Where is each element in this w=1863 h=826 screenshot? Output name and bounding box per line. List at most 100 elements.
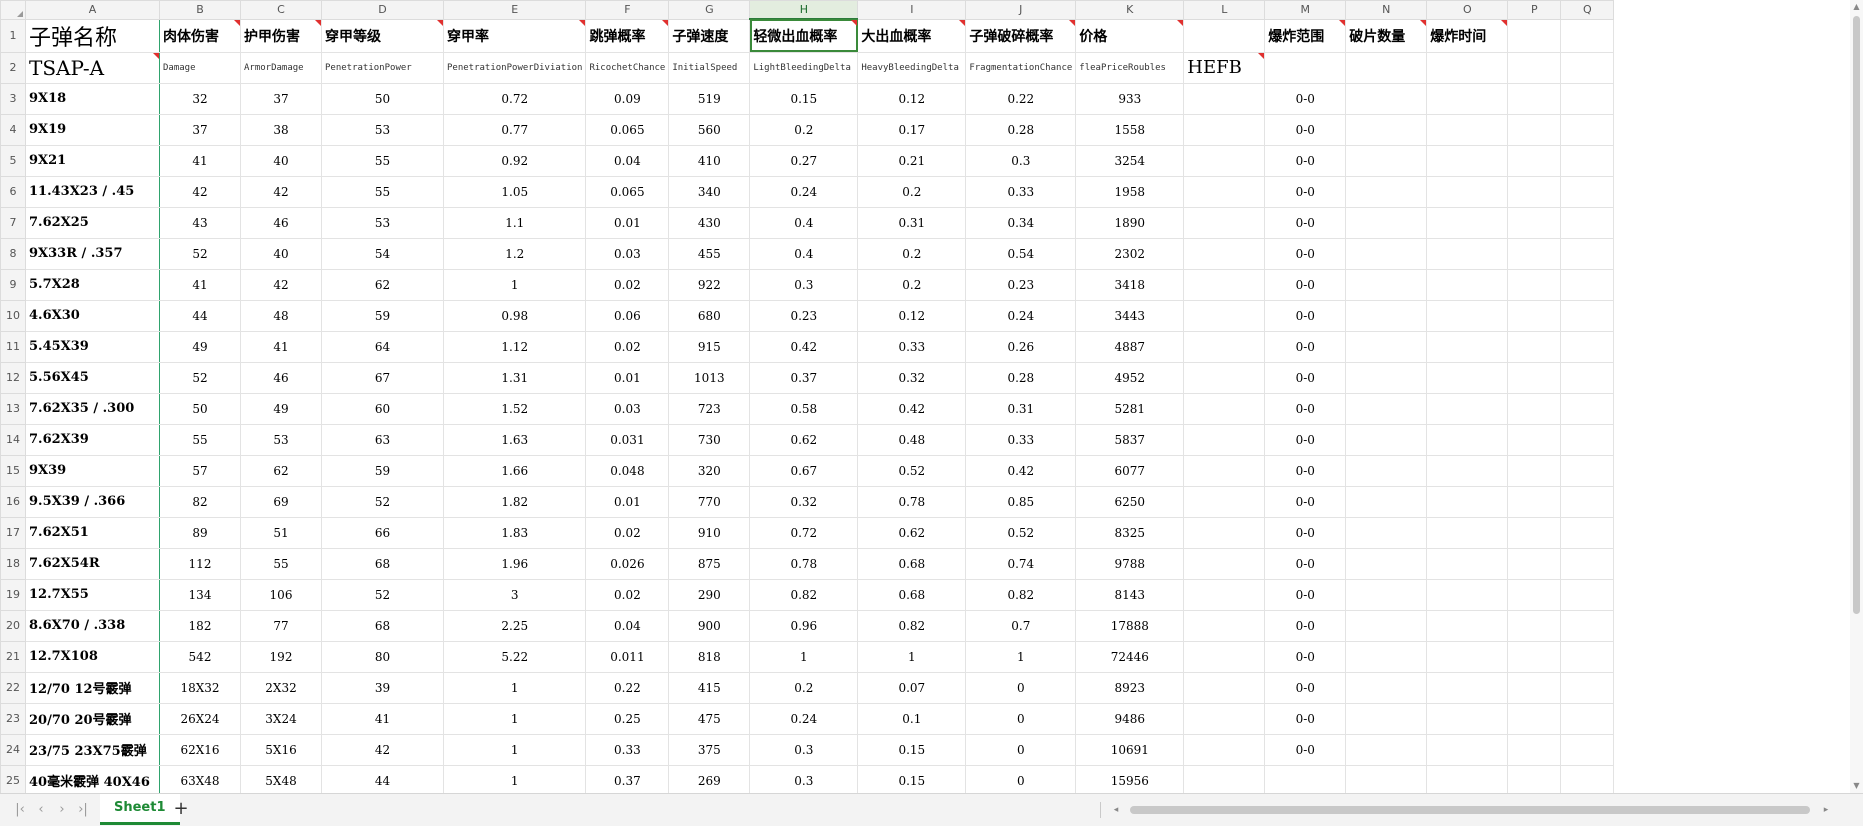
cell-c10[interactable]: 48 bbox=[240, 299, 322, 332]
cell-a14[interactable]: 7.62X39 bbox=[25, 423, 160, 456]
cell-l13[interactable] bbox=[1183, 392, 1266, 425]
cell-f11[interactable]: 0.02 bbox=[585, 330, 670, 363]
cell-j24[interactable]: 0 bbox=[965, 733, 1077, 766]
cell-b13[interactable]: 50 bbox=[159, 392, 241, 425]
cell-n25[interactable] bbox=[1345, 764, 1428, 793]
cell-e2[interactable]: PenetrationPowerDiviation bbox=[442, 51, 587, 84]
cell-c13[interactable]: 49 bbox=[240, 392, 322, 425]
cell-o15[interactable] bbox=[1426, 454, 1509, 487]
cell-l11[interactable] bbox=[1183, 330, 1266, 363]
cell-a9[interactable]: 5.7X28 bbox=[25, 268, 160, 301]
cell-k3[interactable]: 933 bbox=[1075, 82, 1185, 115]
cell-b14[interactable]: 55 bbox=[159, 423, 241, 456]
cell-l20[interactable] bbox=[1183, 609, 1266, 642]
cell-o13[interactable] bbox=[1426, 392, 1509, 425]
cell-f22[interactable]: 0.22 bbox=[585, 671, 670, 704]
cell-c11[interactable]: 41 bbox=[240, 330, 322, 363]
cell-d18[interactable]: 68 bbox=[321, 547, 444, 580]
cell-c16[interactable]: 69 bbox=[240, 485, 322, 518]
cell-g1[interactable]: 子弹速度 bbox=[668, 18, 751, 53]
cell-k23[interactable]: 9486 bbox=[1075, 702, 1185, 735]
cell-d24[interactable]: 42 bbox=[321, 733, 444, 766]
scroll-up-arrow-icon[interactable]: ▲ bbox=[1850, 0, 1863, 14]
cell-f20[interactable]: 0.04 bbox=[585, 609, 670, 642]
cell-j14[interactable]: 0.33 bbox=[965, 423, 1077, 456]
cell-k18[interactable]: 9788 bbox=[1075, 547, 1185, 580]
cell-m25[interactable] bbox=[1264, 764, 1347, 793]
cell-k10[interactable]: 3443 bbox=[1075, 299, 1185, 332]
cell-a20[interactable]: 8.6X70 / .338 bbox=[25, 609, 160, 642]
cell-g7[interactable]: 430 bbox=[668, 206, 751, 239]
cell-g12[interactable]: 1013 bbox=[668, 361, 751, 394]
cell-b10[interactable]: 44 bbox=[159, 299, 241, 332]
cell-h21[interactable]: 1 bbox=[749, 640, 859, 673]
cell-i11[interactable]: 0.33 bbox=[857, 330, 967, 363]
cell-m20[interactable]: 0-0 bbox=[1264, 609, 1347, 642]
cell-e1[interactable]: 穿甲率 bbox=[442, 18, 587, 53]
cell-l18[interactable] bbox=[1183, 547, 1266, 580]
comment-indicator-icon[interactable] bbox=[1258, 53, 1264, 59]
cell-j19[interactable]: 0.82 bbox=[965, 578, 1077, 611]
cell-h2[interactable]: LightBleedingDelta bbox=[749, 51, 859, 84]
cell-p13[interactable] bbox=[1507, 392, 1562, 425]
cell-p7[interactable] bbox=[1507, 206, 1562, 239]
cell-k5[interactable]: 3254 bbox=[1075, 144, 1185, 177]
column-header-e[interactable]: E bbox=[442, 0, 587, 20]
cell-k25[interactable]: 15956 bbox=[1075, 764, 1185, 793]
cell-f16[interactable]: 0.01 bbox=[585, 485, 670, 518]
cell-j16[interactable]: 0.85 bbox=[965, 485, 1077, 518]
cell-f4[interactable]: 0.065 bbox=[585, 113, 670, 146]
cell-o25[interactable] bbox=[1426, 764, 1509, 793]
row-header-14[interactable]: 14 bbox=[0, 423, 26, 456]
cell-e4[interactable]: 0.77 bbox=[442, 113, 587, 146]
cell-a4[interactable]: 9X19 bbox=[25, 113, 160, 146]
cell-d15[interactable]: 59 bbox=[321, 454, 444, 487]
cell-d7[interactable]: 53 bbox=[321, 206, 444, 239]
scroll-left-arrow-icon[interactable]: ◂ bbox=[1110, 802, 1122, 818]
column-header-q[interactable]: Q bbox=[1560, 0, 1615, 20]
cell-a15[interactable]: 9X39 bbox=[25, 454, 160, 487]
cell-l23[interactable] bbox=[1183, 702, 1266, 735]
cell-l10[interactable] bbox=[1183, 299, 1266, 332]
cell-p23[interactable] bbox=[1507, 702, 1562, 735]
cell-a6[interactable]: 11.43X23 / .45 bbox=[25, 175, 160, 208]
cell-c20[interactable]: 77 bbox=[240, 609, 322, 642]
cell-n12[interactable] bbox=[1345, 361, 1428, 394]
cell-b21[interactable]: 542 bbox=[159, 640, 241, 673]
column-header-c[interactable]: C bbox=[240, 0, 322, 20]
cell-b4[interactable]: 37 bbox=[159, 113, 241, 146]
comment-indicator-icon[interactable] bbox=[1177, 20, 1183, 26]
cell-j12[interactable]: 0.28 bbox=[965, 361, 1077, 394]
cell-f2[interactable]: RicochetChance bbox=[585, 51, 670, 84]
row-header-16[interactable]: 16 bbox=[0, 485, 26, 518]
cell-e9[interactable]: 1 bbox=[442, 268, 587, 301]
cell-b17[interactable]: 89 bbox=[159, 516, 241, 549]
column-header-f[interactable]: F bbox=[585, 0, 670, 20]
comment-indicator-icon[interactable] bbox=[662, 20, 668, 26]
cell-q4[interactable] bbox=[1560, 113, 1615, 146]
cell-a2[interactable]: TSAP-A bbox=[25, 51, 160, 84]
cell-o2[interactable] bbox=[1426, 51, 1509, 84]
cell-d23[interactable]: 41 bbox=[321, 702, 444, 735]
cell-l16[interactable] bbox=[1183, 485, 1266, 518]
row-header-1[interactable]: 1 bbox=[0, 18, 26, 53]
cell-i8[interactable]: 0.2 bbox=[857, 237, 967, 270]
column-header-g[interactable]: G bbox=[668, 0, 751, 20]
cell-a7[interactable]: 7.62X25 bbox=[25, 206, 160, 239]
cell-o9[interactable] bbox=[1426, 268, 1509, 301]
cell-h1[interactable]: 轻微出血概率 bbox=[749, 18, 859, 53]
cell-n16[interactable] bbox=[1345, 485, 1428, 518]
cell-o14[interactable] bbox=[1426, 423, 1509, 456]
cell-n17[interactable] bbox=[1345, 516, 1428, 549]
cell-o18[interactable] bbox=[1426, 547, 1509, 580]
row-header-6[interactable]: 6 bbox=[0, 175, 26, 208]
cell-j7[interactable]: 0.34 bbox=[965, 206, 1077, 239]
cell-e11[interactable]: 1.12 bbox=[442, 330, 587, 363]
cell-l14[interactable] bbox=[1183, 423, 1266, 456]
cell-c5[interactable]: 40 bbox=[240, 144, 322, 177]
add-sheet-icon[interactable]: + bbox=[172, 800, 190, 818]
cell-l3[interactable] bbox=[1183, 82, 1266, 115]
cell-q6[interactable] bbox=[1560, 175, 1615, 208]
comment-indicator-icon[interactable] bbox=[1420, 20, 1426, 26]
cell-b19[interactable]: 134 bbox=[159, 578, 241, 611]
